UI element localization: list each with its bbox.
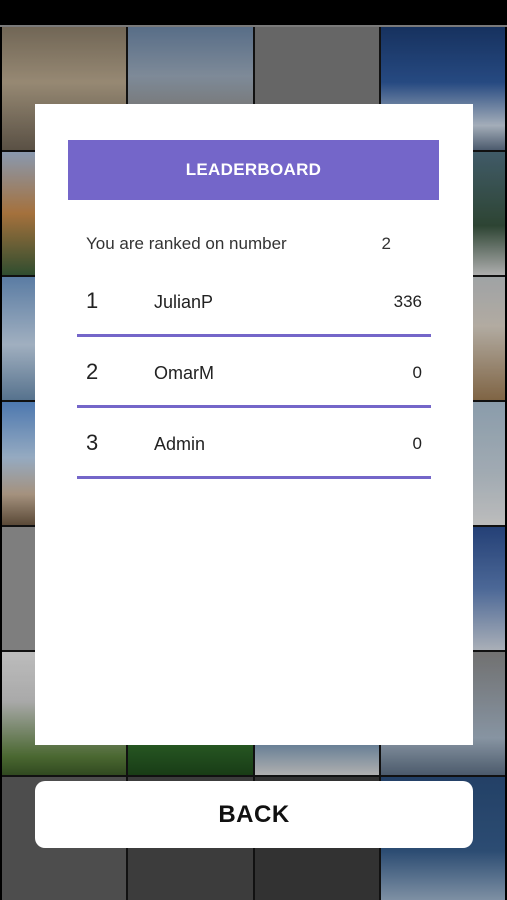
leaderboard-header: LEADERBOARD xyxy=(68,140,439,200)
row-player-name: OmarM xyxy=(154,363,214,383)
user-rank-label: You are ranked on number xyxy=(86,234,287,253)
leaderboard-row: 2 OmarM 0 xyxy=(77,336,431,408)
back-button[interactable]: BACK xyxy=(35,781,473,848)
row-position: 1 xyxy=(86,288,99,313)
row-position: 3 xyxy=(86,430,99,455)
leaderboard-title: LEADERBOARD xyxy=(185,160,322,179)
row-score: 0 xyxy=(412,434,422,453)
leaderboard-row: 1 JulianP 336 xyxy=(77,265,431,337)
user-rank-row: You are ranked on number 2 xyxy=(86,234,391,258)
row-position: 2 xyxy=(86,359,99,384)
row-player-name: JulianP xyxy=(154,292,214,312)
leaderboard-card: LEADERBOARD You are ranked on number 2 1… xyxy=(35,104,473,745)
leaderboard-row: 3 Admin 0 xyxy=(77,407,431,479)
status-bar xyxy=(0,0,507,26)
row-player-name: Admin xyxy=(154,434,206,454)
row-score: 0 xyxy=(412,363,422,382)
user-rank-value: 2 xyxy=(381,234,391,253)
row-score: 336 xyxy=(393,292,422,311)
